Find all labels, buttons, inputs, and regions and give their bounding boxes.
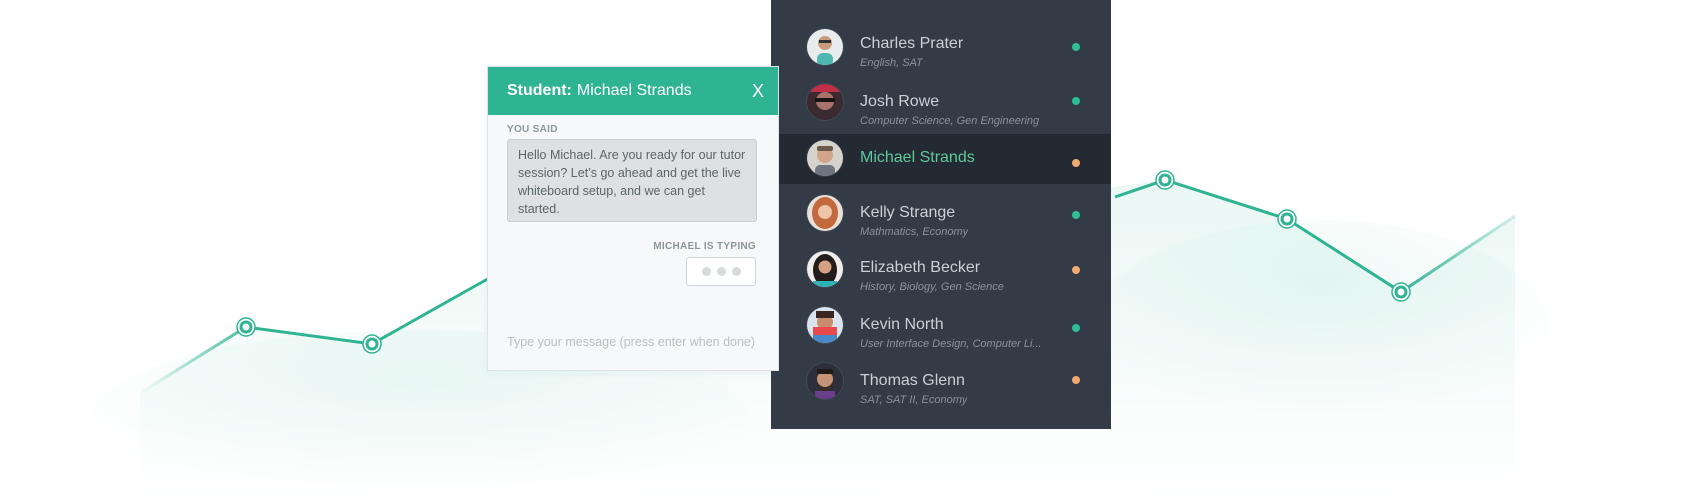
student-name: Josh Rowe [860, 93, 940, 110]
online-status-dot [1072, 324, 1080, 332]
student-subjects: History, Biology, Gen Science [860, 281, 1004, 293]
sent-message: Hello Michael. Are you ready for our tut… [507, 139, 757, 222]
student-name: Elizabeth Becker [860, 259, 981, 276]
away-status-dot [1072, 266, 1080, 274]
student-subjects: Computer Science, Gen Engineering [860, 115, 1040, 127]
online-status-dot [1072, 97, 1080, 105]
student-subjects: English, SAT [860, 57, 923, 69]
avatar [807, 195, 843, 231]
avatar [807, 251, 843, 287]
avatar [807, 307, 843, 343]
typing-indicator [686, 257, 756, 286]
student-name: Thomas Glenn [860, 372, 965, 389]
message-input[interactable] [507, 332, 762, 352]
typing-dot [731, 267, 741, 276]
student-item-thomas-glenn[interactable]: Thomas Glenn SAT, SAT II, Economy [771, 362, 1111, 412]
student-item-charles-prater[interactable]: Charles Prater English, SAT [771, 22, 1111, 72]
typing-dot [701, 267, 711, 276]
student-item-elizabeth-becker[interactable]: Elizabeth Becker History, Biology, Gen S… [771, 249, 1111, 299]
student-subjects: User Interface Design, Computer Li... [860, 338, 1042, 350]
typing-dot [716, 267, 726, 276]
online-status-dot [1072, 211, 1080, 219]
student-subjects: Mathmatics, Economy [860, 226, 969, 238]
student-item-josh-rowe[interactable]: Josh Rowe Computer Science, Gen Engineer… [771, 80, 1111, 130]
chat-header: Student: Michael Strands X [488, 67, 778, 115]
away-status-dot [1072, 159, 1080, 167]
chat-title-prefix: Student: [507, 82, 572, 99]
online-status-dot [1072, 43, 1080, 51]
student-name: Michael Strands [860, 149, 975, 166]
chat-title-name: Michael Strands [576, 82, 692, 99]
away-status-dot [1072, 376, 1080, 384]
typing-label: MICHAEL IS TYPING [653, 241, 756, 252]
student-name: Charles Prater [860, 35, 964, 52]
avatar [807, 140, 843, 176]
avatar [807, 84, 843, 120]
student-item-kelly-strange[interactable]: Kelly Strange Mathmatics, Economy [771, 193, 1111, 243]
you-said-label: YOU SAID [507, 124, 558, 135]
student-item-kevin-north[interactable]: Kevin North User Interface Design, Compu… [771, 306, 1111, 356]
avatar [807, 363, 843, 399]
avatar [807, 29, 843, 65]
student-list-panel: Charles Prater English, SAT Josh Rowe Co… [771, 0, 1111, 429]
close-button[interactable]: X [752, 81, 764, 102]
student-subjects: SAT, SAT II, Economy [860, 394, 968, 406]
student-name: Kelly Strange [860, 204, 956, 221]
student-item-michael-strands[interactable]: Michael Strands [771, 134, 1111, 184]
student-name: Kevin North [860, 316, 944, 333]
chat-window: Student: Michael Strands X YOU SAID Hell… [487, 66, 779, 371]
